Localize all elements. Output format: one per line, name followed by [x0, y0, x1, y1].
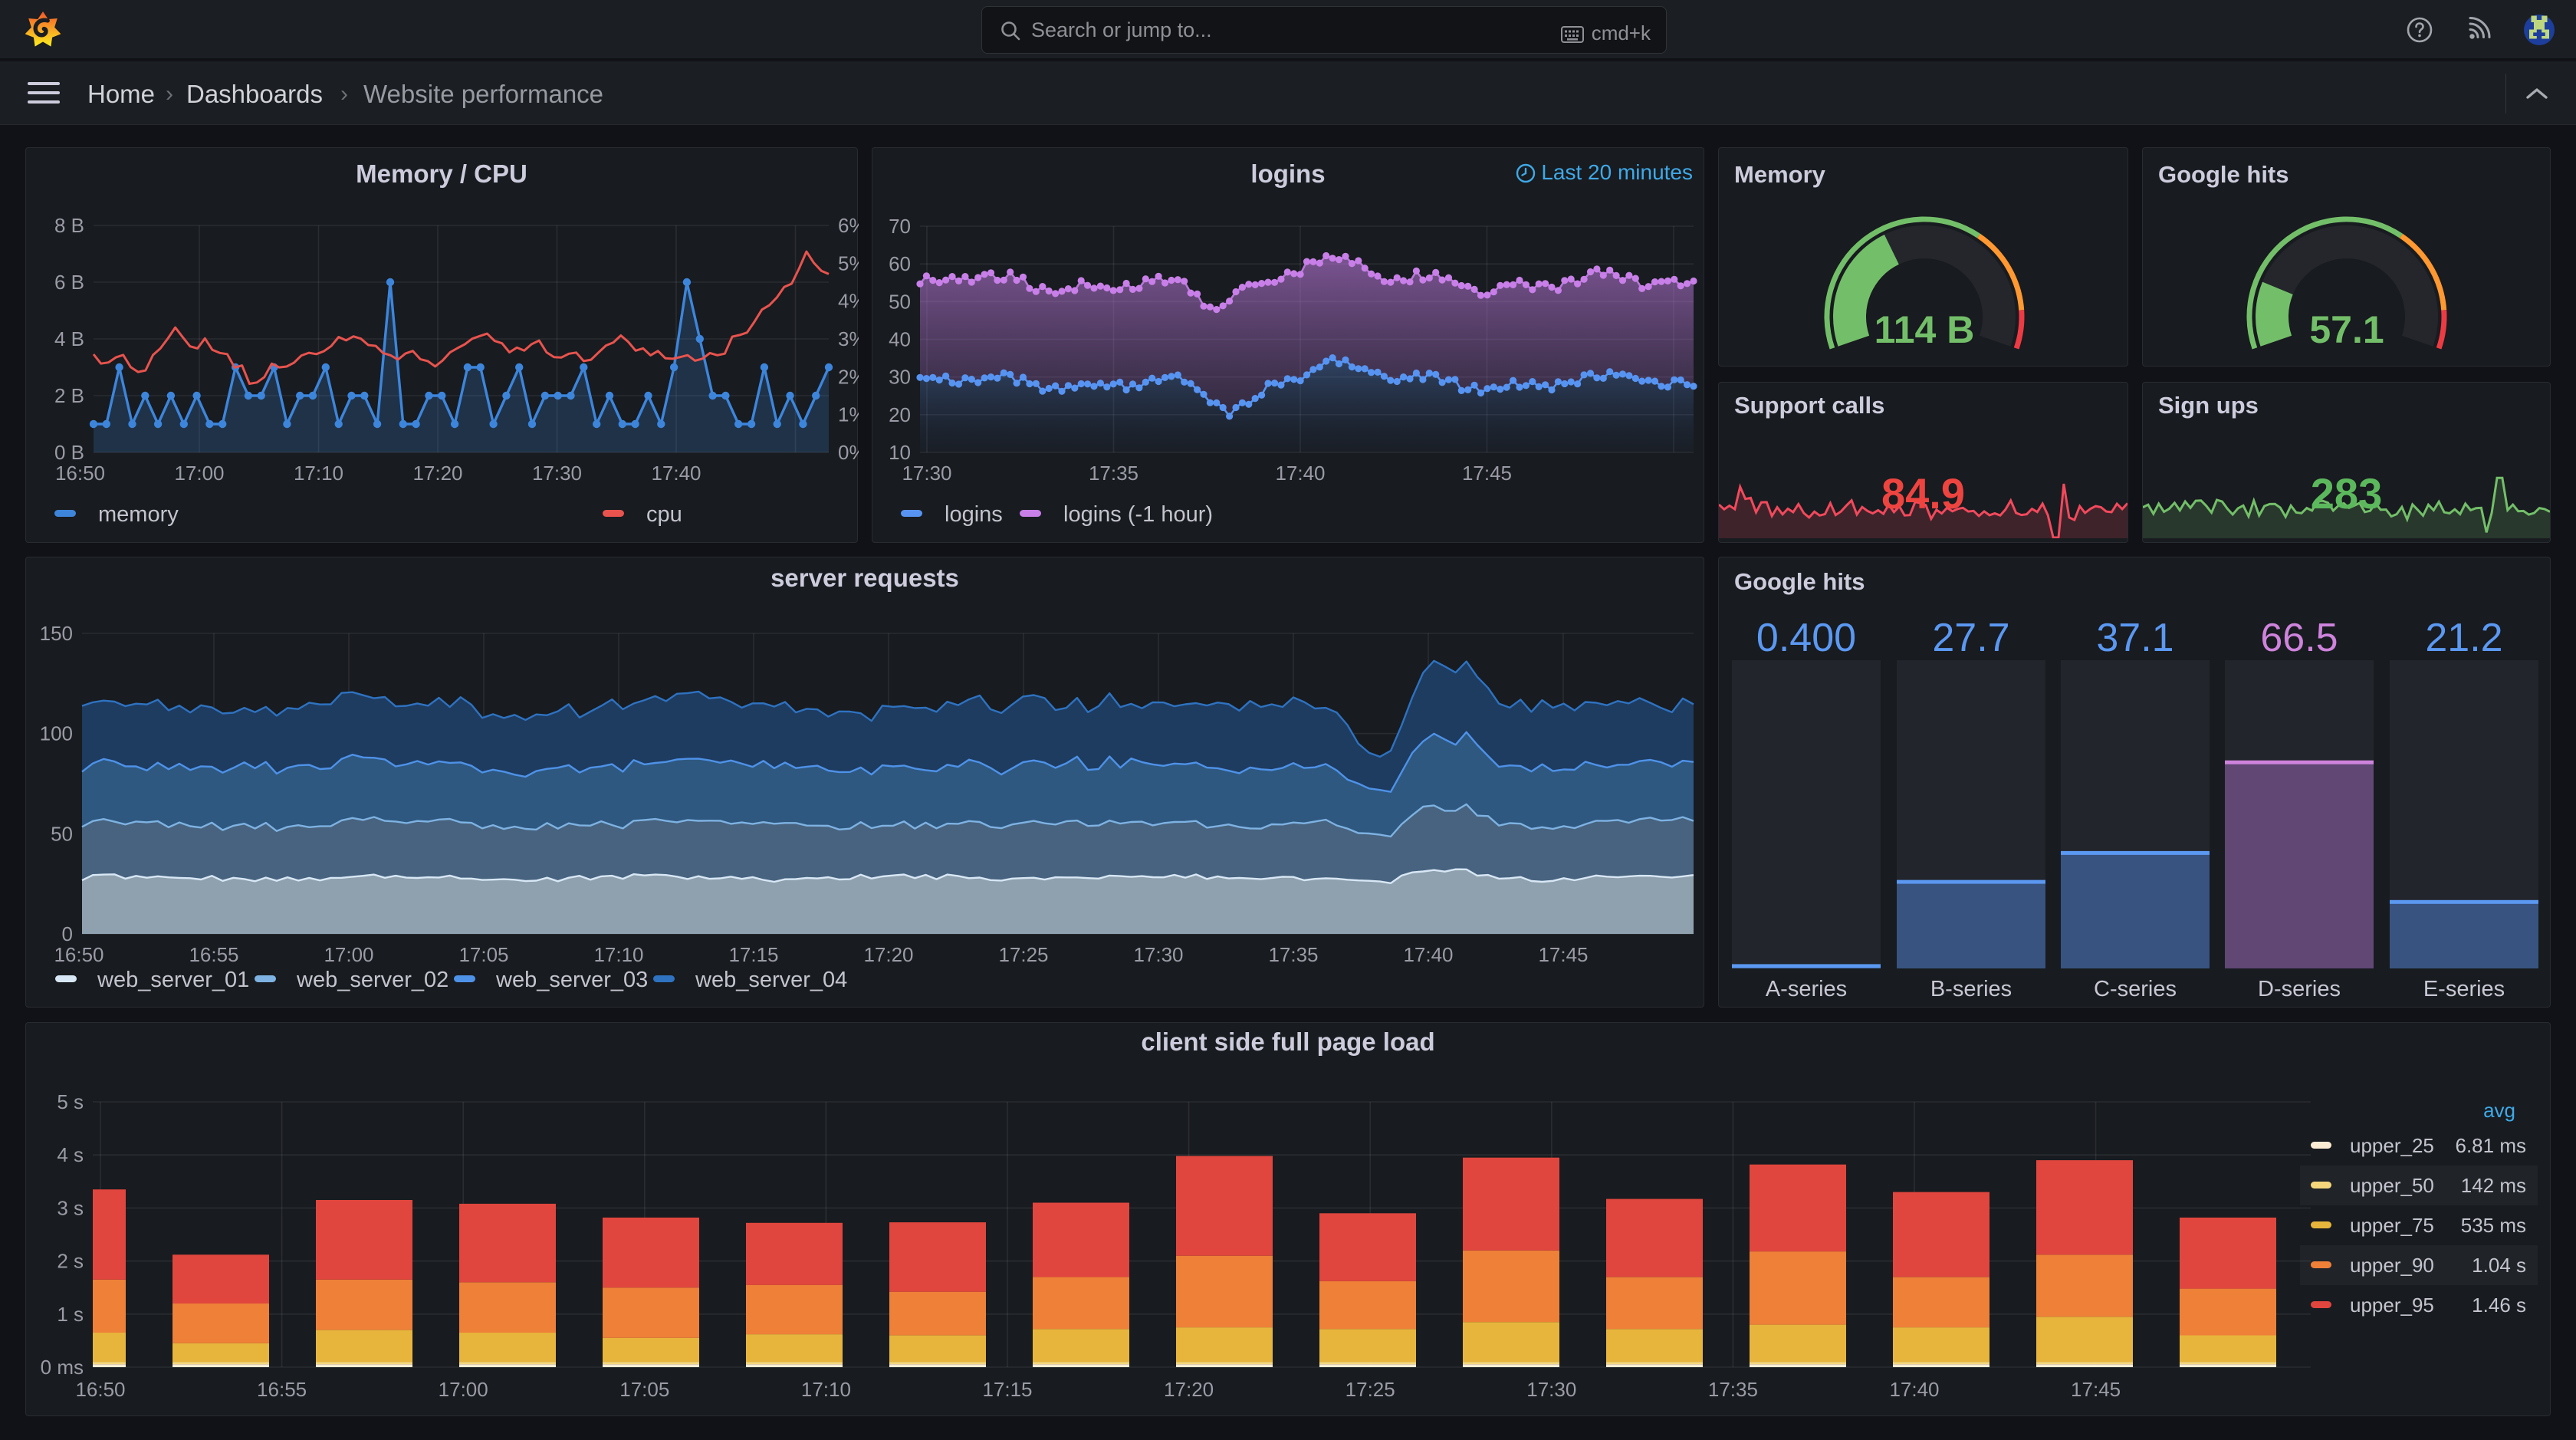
svg-text:17:05: 17:05	[458, 943, 508, 966]
svg-text:6.81 ms: 6.81 ms	[2456, 1134, 2527, 1157]
svg-text:logins: logins	[945, 502, 1003, 527]
svg-text:17:15: 17:15	[728, 943, 778, 966]
svg-text:142 ms: 142 ms	[2461, 1174, 2526, 1197]
svg-text:web_server_01: web_server_01	[97, 968, 249, 992]
svg-text:avg: avg	[2483, 1099, 2515, 1122]
svg-text:17:45: 17:45	[2071, 1378, 2121, 1401]
svg-text:17:20: 17:20	[412, 462, 462, 485]
svg-text:17:25: 17:25	[998, 943, 1048, 966]
svg-text:57.1: 57.1	[2309, 308, 2384, 351]
svg-text:0 B: 0 B	[54, 441, 84, 464]
svg-text:17:30: 17:30	[532, 462, 582, 485]
svg-text:17:35: 17:35	[1089, 462, 1138, 485]
svg-text:1 s: 1 s	[57, 1303, 84, 1326]
svg-text:30: 30	[889, 366, 911, 389]
svg-text:A-series: A-series	[1766, 977, 1847, 1001]
svg-text:535 ms: 535 ms	[2461, 1214, 2526, 1237]
svg-text:100: 100	[40, 722, 73, 745]
svg-text:6 B: 6 B	[54, 271, 84, 294]
svg-text:17:35: 17:35	[1268, 943, 1318, 966]
svg-text:6%: 6%	[838, 214, 859, 237]
svg-text:17:20: 17:20	[1164, 1378, 1214, 1401]
svg-text:17:45: 17:45	[1538, 943, 1588, 966]
svg-text:37.1: 37.1	[2096, 616, 2174, 660]
svg-text:17:20: 17:20	[863, 943, 913, 966]
svg-text:5 s: 5 s	[57, 1090, 84, 1113]
svg-text:21.2: 21.2	[2425, 616, 2502, 660]
svg-text:5%: 5%	[838, 252, 859, 275]
svg-text:17:10: 17:10	[801, 1378, 851, 1401]
svg-text:17:25: 17:25	[1346, 1378, 1395, 1401]
svg-text:16:55: 16:55	[189, 943, 238, 966]
svg-text:27.7: 27.7	[1932, 616, 2009, 660]
svg-text:E-series: E-series	[2423, 977, 2505, 1001]
svg-text:3 s: 3 s	[57, 1196, 84, 1219]
svg-text:17:40: 17:40	[1403, 943, 1453, 966]
svg-text:C-series: C-series	[2094, 977, 2177, 1001]
svg-text:2 s: 2 s	[57, 1250, 84, 1273]
svg-text:17:40: 17:40	[651, 462, 701, 485]
svg-text:16:55: 16:55	[257, 1378, 307, 1401]
svg-text:3%: 3%	[838, 327, 859, 350]
svg-text:20: 20	[889, 403, 911, 426]
svg-text:0: 0	[62, 922, 73, 945]
svg-text:web_server_03: web_server_03	[495, 968, 648, 992]
svg-text:8 B: 8 B	[54, 214, 84, 237]
svg-text:114 B: 114 B	[1875, 308, 1975, 351]
svg-text:50: 50	[51, 822, 73, 845]
svg-text:1.46 s: 1.46 s	[2472, 1294, 2526, 1317]
svg-text:17:15: 17:15	[982, 1378, 1032, 1401]
svg-text:D-series: D-series	[2258, 977, 2341, 1001]
svg-text:70: 70	[889, 215, 911, 238]
svg-text:17:30: 17:30	[902, 462, 951, 485]
svg-text:cpu: cpu	[646, 502, 682, 527]
svg-text:60: 60	[889, 252, 911, 275]
svg-text:logins (-1 hour): logins (-1 hour)	[1063, 502, 1213, 527]
svg-text:4%: 4%	[838, 290, 859, 313]
svg-text:web_server_02: web_server_02	[296, 968, 449, 992]
svg-text:4 B: 4 B	[54, 327, 84, 350]
svg-text:2%: 2%	[838, 365, 859, 388]
svg-text:B-series: B-series	[1930, 977, 2012, 1001]
svg-text:17:30: 17:30	[1133, 943, 1183, 966]
svg-text:17:05: 17:05	[619, 1378, 669, 1401]
svg-text:16:50: 16:50	[75, 1378, 125, 1401]
svg-text:0%: 0%	[838, 441, 859, 464]
svg-text:17:00: 17:00	[174, 462, 224, 485]
svg-text:1%: 1%	[838, 403, 859, 426]
svg-text:web_server_04: web_server_04	[695, 968, 847, 992]
svg-text:upper_25: upper_25	[2350, 1134, 2434, 1157]
svg-text:17:00: 17:00	[324, 943, 373, 966]
svg-text:16:50: 16:50	[55, 462, 105, 485]
svg-text:16:50: 16:50	[54, 943, 104, 966]
svg-text:upper_50: upper_50	[2350, 1174, 2434, 1197]
svg-text:17:10: 17:10	[294, 462, 343, 485]
svg-text:17:10: 17:10	[593, 943, 643, 966]
svg-text:upper_95: upper_95	[2350, 1294, 2434, 1317]
svg-text:17:30: 17:30	[1526, 1378, 1576, 1401]
svg-text:17:35: 17:35	[1708, 1378, 1758, 1401]
svg-text:memory: memory	[98, 502, 179, 527]
svg-text:2 B: 2 B	[54, 384, 84, 407]
svg-text:17:40: 17:40	[1275, 462, 1325, 485]
svg-text:0 ms: 0 ms	[41, 1356, 84, 1379]
svg-text:17:40: 17:40	[1889, 1378, 1939, 1401]
svg-text:4 s: 4 s	[57, 1143, 84, 1166]
svg-text:upper_90: upper_90	[2350, 1254, 2434, 1277]
svg-text:0.400: 0.400	[1756, 616, 1856, 660]
svg-text:upper_75: upper_75	[2350, 1214, 2434, 1237]
svg-text:40: 40	[889, 328, 911, 351]
svg-text:50: 50	[889, 290, 911, 313]
svg-text:150: 150	[40, 622, 73, 645]
svg-text:17:45: 17:45	[1462, 462, 1512, 485]
svg-text:17:00: 17:00	[439, 1378, 488, 1401]
svg-text:10: 10	[889, 441, 911, 464]
svg-text:1.04 s: 1.04 s	[2472, 1254, 2526, 1277]
svg-text:66.5: 66.5	[2260, 616, 2338, 660]
